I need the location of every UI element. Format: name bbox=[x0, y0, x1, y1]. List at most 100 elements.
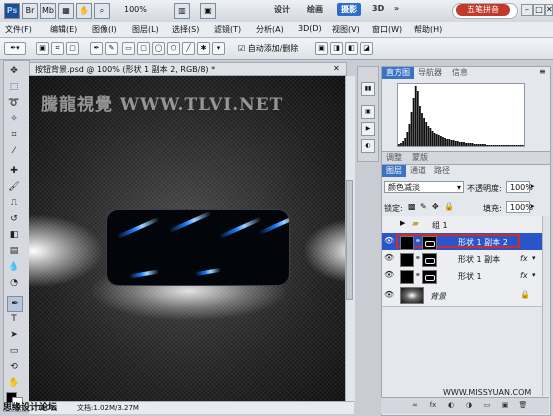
tab-navigator[interactable]: 导航器 bbox=[414, 67, 446, 79]
layer-row-selected[interactable]: 👁 ⚭ 形状 1 副本 2 bbox=[382, 233, 542, 251]
brush-tool-icon[interactable]: 🖌 bbox=[7, 180, 21, 194]
auto-add-delete-checkbox[interactable]: ☑ 自动添加/删除 bbox=[238, 43, 298, 54]
lock-transparency-icon[interactable]: ▩ bbox=[408, 202, 416, 211]
geometry-options-icon[interactable]: ▾ bbox=[212, 42, 225, 55]
arrange-documents-icon[interactable]: ▥ bbox=[174, 3, 190, 19]
path-subtract-icon[interactable]: ◨ bbox=[330, 42, 343, 55]
menu-3d[interactable]: 3D(D) bbox=[298, 24, 322, 33]
3d-rotate-icon[interactable]: ⟲ bbox=[7, 360, 21, 374]
link-icon[interactable]: ⚭ bbox=[415, 271, 421, 279]
link-icon[interactable]: ⚭ bbox=[415, 254, 421, 262]
lock-all-icon[interactable]: 🔒 bbox=[444, 202, 454, 211]
menu-view[interactable]: 视图(V) bbox=[332, 24, 360, 35]
view-extras-icon[interactable]: ▦ bbox=[58, 3, 74, 19]
hand-tool-icon[interactable]: ✋ bbox=[7, 376, 21, 390]
workspace-more[interactable]: » bbox=[394, 4, 399, 13]
custom-shape-icon[interactable]: ✱ bbox=[197, 42, 210, 55]
pen-preset-icon[interactable]: ✒▾ bbox=[4, 42, 26, 55]
histogram-panel-icon[interactable]: ▮▮ bbox=[361, 82, 375, 96]
opacity-field[interactable]: 100% bbox=[506, 181, 533, 193]
menu-file[interactable]: 文件(F) bbox=[5, 24, 32, 35]
rectangle-shape-icon[interactable]: ▭ bbox=[122, 42, 135, 55]
fill-pixels-icon[interactable]: ▢ bbox=[66, 42, 79, 55]
eyedropper-tool-icon[interactable]: ⁄ bbox=[7, 144, 21, 158]
ime-label[interactable]: 五笔拼音 bbox=[456, 4, 510, 16]
layer-row[interactable]: 👁 ⚭ 形状 1 fx ▾ bbox=[382, 267, 542, 285]
move-tool-icon[interactable]: ✥ bbox=[7, 64, 21, 78]
lasso-tool-icon[interactable]: ➰ bbox=[7, 96, 21, 110]
path-selection-icon[interactable]: ➤ bbox=[7, 328, 21, 342]
workspace-3d[interactable]: 3D bbox=[372, 4, 384, 13]
document-close-icon[interactable]: ✕ bbox=[333, 64, 340, 73]
history-brush-icon[interactable]: ↺ bbox=[7, 212, 21, 226]
layer-row[interactable]: 👁 ⚭ 形状 1 副本 fx ▾ bbox=[382, 250, 542, 268]
pen-tool-icon[interactable]: ✒ bbox=[90, 42, 103, 55]
mini-bridge-button[interactable]: Mb bbox=[40, 3, 56, 19]
eraser-tool-icon[interactable]: ◧ bbox=[7, 228, 21, 242]
tab-masks[interactable]: 蒙版 bbox=[408, 152, 432, 164]
type-tool-icon[interactable]: T bbox=[7, 312, 21, 326]
shape-layers-icon[interactable]: ▣ bbox=[36, 42, 49, 55]
canvas[interactable]: 騰龍視覺 WWW.TLVI.NET bbox=[29, 76, 345, 401]
blend-mode-select[interactable]: 颜色减淡 ▾ bbox=[384, 181, 464, 193]
layer-row-group[interactable]: ▶ ▰ 组 1 bbox=[382, 216, 542, 234]
menu-image[interactable]: 图像(I) bbox=[92, 24, 117, 35]
crop-tool-icon[interactable]: ⌗ bbox=[7, 128, 21, 142]
paths-icon[interactable]: ⌗ bbox=[51, 42, 64, 55]
tab-info[interactable]: 信息 bbox=[448, 67, 472, 79]
tab-histogram[interactable]: 直方图 bbox=[382, 67, 414, 79]
magic-wand-icon[interactable]: ✧ bbox=[7, 112, 21, 126]
tab-layers[interactable]: 图层 bbox=[382, 165, 406, 177]
minimize-button[interactable]: – bbox=[521, 4, 533, 16]
menu-edit[interactable]: 编辑(E) bbox=[50, 24, 77, 35]
lock-position-icon[interactable]: ✥ bbox=[432, 202, 439, 211]
layer-effects-icon[interactable]: fx bbox=[520, 254, 528, 263]
stamp-tool-icon[interactable]: ⎍ bbox=[7, 196, 21, 210]
marquee-tool-icon[interactable]: ⬚ bbox=[7, 80, 21, 94]
info-panel-icon[interactable]: ▶ bbox=[361, 122, 375, 136]
ellipse-icon[interactable]: ◯ bbox=[152, 42, 165, 55]
path-exclude-icon[interactable]: ◪ bbox=[360, 42, 373, 55]
path-add-icon[interactable]: ▣ bbox=[315, 42, 328, 55]
zoom-level[interactable]: 100% bbox=[124, 5, 147, 14]
document-tab[interactable]: 按钮背景.psd @ 100% (形状 1 副本 2, RGB/8) * bbox=[29, 62, 347, 76]
workspace-painting[interactable]: 绘画 bbox=[307, 4, 323, 15]
menu-analysis[interactable]: 分析(A) bbox=[256, 24, 284, 35]
line-icon[interactable]: ╱ bbox=[182, 42, 195, 55]
group-expand-icon[interactable]: ▶ bbox=[400, 219, 405, 227]
shape-tool-icon[interactable]: ▭ bbox=[7, 344, 21, 358]
menu-filter[interactable]: 滤镜(T) bbox=[214, 24, 241, 35]
tab-paths[interactable]: 路径 bbox=[430, 165, 454, 177]
menu-layer[interactable]: 图层(L) bbox=[132, 24, 159, 35]
link-icon[interactable]: ⚭ bbox=[415, 237, 421, 245]
fill-arrow-icon[interactable]: ▸ bbox=[531, 202, 535, 210]
workspace-design[interactable]: 设计 bbox=[274, 4, 290, 15]
maximize-button[interactable]: □ bbox=[533, 4, 545, 16]
navigator-panel-icon[interactable]: ▣ bbox=[361, 105, 375, 119]
add-style-icon[interactable]: fx bbox=[428, 401, 438, 410]
new-group-icon[interactable]: ▭ bbox=[482, 401, 492, 410]
dodge-tool-icon[interactable]: ◔ bbox=[7, 276, 21, 290]
visibility-eye-icon[interactable]: 👁 bbox=[384, 253, 394, 263]
expand-effects-icon[interactable]: ▾ bbox=[532, 254, 536, 262]
layers-scrollbar[interactable] bbox=[542, 216, 550, 396]
menu-help[interactable]: 帮助(H) bbox=[414, 24, 442, 35]
menu-select[interactable]: 选择(S) bbox=[172, 24, 199, 35]
visibility-eye-icon[interactable]: 👁 bbox=[384, 236, 394, 246]
close-button[interactable]: ✕ bbox=[545, 4, 553, 16]
bridge-button[interactable]: Br bbox=[22, 3, 38, 19]
fill-field[interactable]: 100% bbox=[506, 201, 533, 213]
vertical-scroll-thumb[interactable] bbox=[346, 180, 353, 300]
lock-image-icon[interactable]: ✎ bbox=[420, 202, 427, 211]
adjustments-panel-icon[interactable]: ◐ bbox=[361, 139, 375, 153]
workspace-photography[interactable]: 摄影 bbox=[337, 3, 361, 16]
tab-adjustments[interactable]: 调整 bbox=[382, 152, 406, 164]
expand-effects-icon[interactable]: ▾ bbox=[532, 271, 536, 279]
layer-row-background[interactable]: 👁 背景 🔒 bbox=[382, 284, 542, 307]
pen-tool-active-icon[interactable]: ✒ bbox=[7, 296, 23, 312]
add-mask-icon[interactable]: ◐ bbox=[446, 401, 456, 410]
screen-mode-icon[interactable]: ▣ bbox=[200, 3, 216, 19]
visibility-eye-icon[interactable]: 👁 bbox=[384, 270, 394, 280]
layer-effects-icon[interactable]: fx bbox=[520, 271, 528, 280]
tab-channels[interactable]: 通道 bbox=[406, 165, 430, 177]
